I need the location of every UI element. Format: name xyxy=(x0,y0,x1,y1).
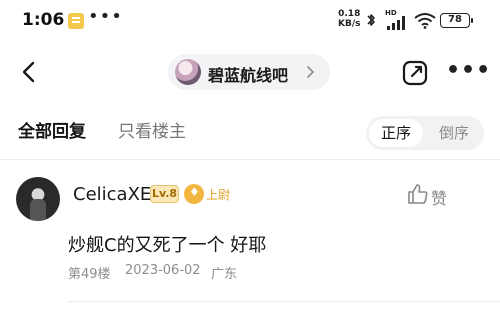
notes-app-icon xyxy=(68,13,84,29)
more-notifications-icon: ••• xyxy=(88,6,123,27)
reply-filter-bar: 全部回复 只看楼主 正序 倒序 xyxy=(0,102,500,158)
rank-label: 上尉 xyxy=(206,188,231,202)
tab-only-op[interactable]: 只看楼主 xyxy=(118,117,186,142)
back-arrow-icon[interactable] xyxy=(18,60,42,84)
network-speed-unit: KB/s xyxy=(338,19,361,29)
username[interactable]: CelicaXE xyxy=(73,184,151,205)
rank-icon xyxy=(184,184,204,204)
post-location: 广东 xyxy=(211,267,238,282)
forum-link[interactable]: 碧蓝航线吧 xyxy=(168,54,330,90)
sort-ascending-button[interactable]: 正序 xyxy=(369,119,423,147)
network-speed-value: 0.18 xyxy=(338,9,361,19)
wifi-icon xyxy=(414,13,436,29)
share-icon[interactable] xyxy=(402,60,428,86)
thumbs-up-icon[interactable] xyxy=(407,183,429,205)
status-bar: 1:06 ••• 0.18 KB/s HD 78 xyxy=(0,0,500,42)
like-label[interactable]: 赞 xyxy=(431,185,447,209)
tab-all-replies[interactable]: 全部回复 xyxy=(18,117,86,142)
bluetooth-icon xyxy=(367,14,375,26)
divider xyxy=(68,301,500,302)
level-badge: Lv.8 xyxy=(150,185,179,203)
status-time: 1:06 xyxy=(22,10,65,30)
chevron-right-icon xyxy=(307,66,315,78)
post-content: 炒舰C的又死了一个 好耶 xyxy=(68,235,267,256)
floor-number: 第49楼 xyxy=(68,267,111,282)
nav-bar: 碧蓝航线吧 ••• xyxy=(0,44,500,100)
forum-name: 碧蓝航线吧 xyxy=(208,66,289,85)
rank-badge: 上尉 xyxy=(184,184,238,204)
network-speed: 0.18 KB/s xyxy=(338,9,360,29)
sort-descending-button[interactable]: 倒序 xyxy=(427,119,481,147)
cell-signal-icon xyxy=(387,16,405,30)
post-date: 2023-06-02 xyxy=(125,263,201,278)
battery-indicator: 78 xyxy=(440,13,473,28)
forum-avatar xyxy=(175,59,201,85)
avatar[interactable] xyxy=(16,177,60,221)
sort-toggle: 正序 倒序 xyxy=(366,116,484,150)
more-options-icon[interactable]: ••• xyxy=(446,58,491,83)
reply-post: CelicaXE Lv.8 上尉 赞 炒舰C的又死了一个 好耶 第49楼 202… xyxy=(0,160,500,316)
